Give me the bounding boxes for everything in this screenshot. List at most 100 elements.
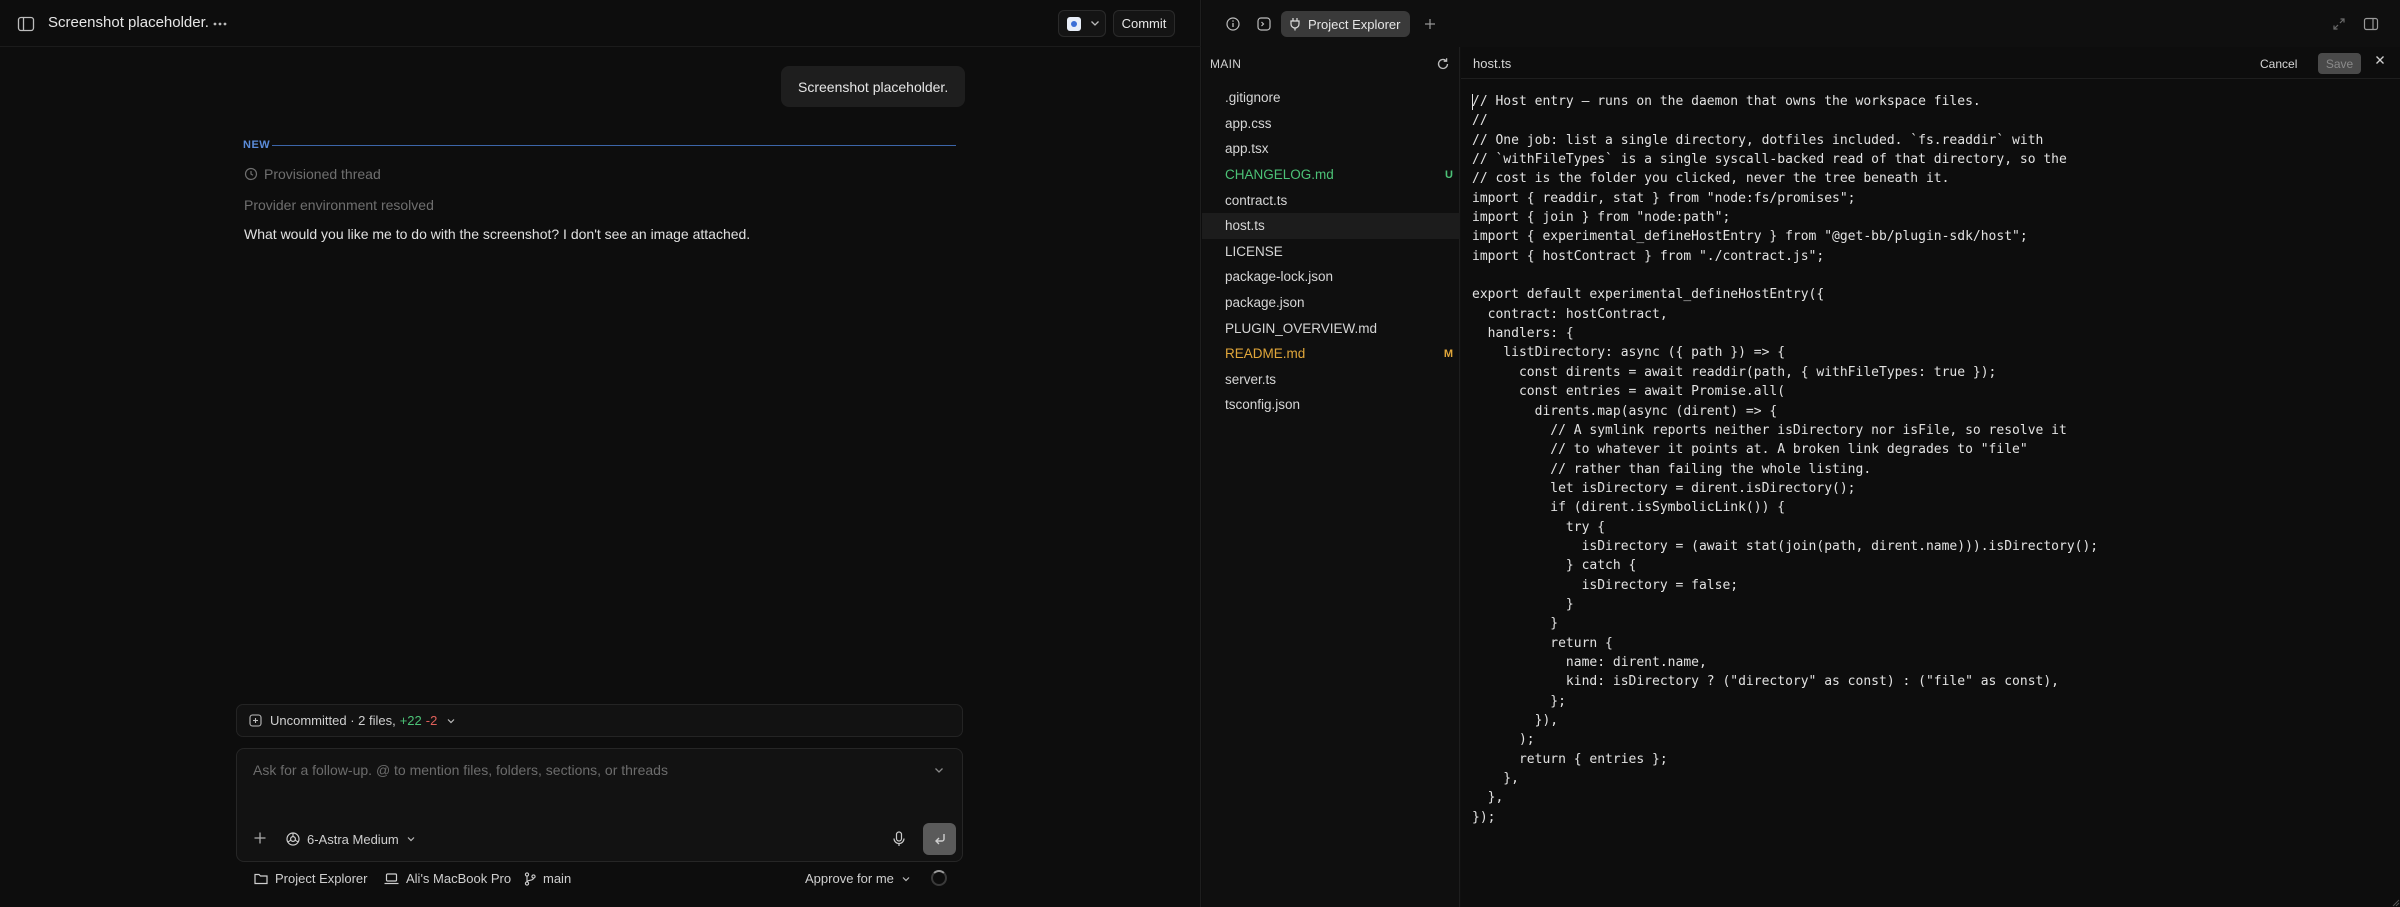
code-line: handlers: { bbox=[1472, 326, 1574, 342]
message-composer: 6-Astra Medium bbox=[236, 748, 963, 862]
machine-selector[interactable]: Ali's MacBook Pro bbox=[384, 871, 511, 886]
provider-selector-button[interactable] bbox=[1058, 10, 1106, 37]
chevron-down-icon bbox=[900, 873, 912, 885]
code-line: // `withFileTypes` is a single syscall-b… bbox=[1472, 152, 2067, 168]
code-line: export default experimental_defineHostEn… bbox=[1472, 287, 1825, 303]
chat-panel: Screenshot placeholder. Commit Screensho… bbox=[0, 0, 1201, 907]
code-line: import { experimental_defineHostEntry } … bbox=[1472, 229, 2028, 245]
status-provisioned: Provisioned thread bbox=[244, 166, 381, 182]
code-line: // rather than failing the whole listing… bbox=[1472, 461, 1872, 477]
code-line: }); bbox=[1472, 809, 1496, 825]
file-item[interactable]: package.json bbox=[1202, 290, 1460, 316]
code-line: // A symlink reports neither isDirectory… bbox=[1472, 422, 2067, 438]
file-item[interactable]: tsconfig.json bbox=[1202, 392, 1460, 418]
git-status-badge: U bbox=[1445, 168, 1453, 181]
code-line: import { hostContract } from "./contract… bbox=[1472, 248, 1825, 264]
code-line: }), bbox=[1472, 713, 1559, 728]
file-name: CHANGELOG.md bbox=[1225, 167, 1334, 183]
cancel-button[interactable]: Cancel bbox=[2254, 53, 2303, 74]
file-item[interactable]: app.tsx bbox=[1202, 136, 1460, 162]
sidebar-toggle-icon[interactable] bbox=[15, 13, 37, 35]
changes-icon bbox=[249, 714, 262, 727]
file-name: server.ts bbox=[1225, 371, 1277, 387]
code-line: import { readdir, stat } from "node:fs/p… bbox=[1472, 190, 1856, 206]
status-provisioned-text: Provisioned thread bbox=[264, 166, 381, 182]
tab-label: Project Explorer bbox=[1308, 16, 1401, 32]
commit-button[interactable]: Commit bbox=[1113, 10, 1175, 37]
terminal-icon[interactable] bbox=[1253, 13, 1275, 35]
file-item[interactable]: server.ts bbox=[1202, 367, 1460, 393]
file-name: app.css bbox=[1225, 115, 1272, 131]
expand-composer-icon[interactable] bbox=[932, 763, 946, 777]
file-item[interactable]: PLUGIN_OVERVIEW.md bbox=[1202, 315, 1460, 341]
new-label: NEW bbox=[243, 139, 271, 151]
code-line: let isDirectory = dirent.isDirectory(); bbox=[1472, 480, 1856, 496]
uncommitted-changes-bar[interactable]: Uncommitted · 2 files, +22 -2 bbox=[236, 704, 963, 737]
machine-name: Ali's MacBook Pro bbox=[406, 871, 512, 886]
code-line: const entries = await Promise.all( bbox=[1472, 384, 1786, 400]
code-line: // to whatever it points at. A broken li… bbox=[1472, 442, 2028, 458]
code-line: } bbox=[1472, 616, 1559, 632]
expand-icon[interactable] bbox=[2328, 13, 2350, 35]
code-line: const dirents = await readdir(path, { wi… bbox=[1472, 364, 1997, 380]
send-button[interactable] bbox=[923, 823, 956, 855]
folder-icon bbox=[254, 872, 268, 885]
code-line: listDirectory: async ({ path }) => { bbox=[1472, 345, 1786, 361]
file-name: package.json bbox=[1225, 295, 1305, 311]
file-name: .gitignore bbox=[1225, 90, 1281, 106]
code-line: }, bbox=[1472, 771, 1519, 787]
code-line: // bbox=[1472, 113, 1488, 129]
editor-file-name: host.ts bbox=[1473, 56, 1512, 71]
model-name: 6-Astra Medium bbox=[307, 831, 399, 847]
file-item[interactable]: LICENSE bbox=[1202, 239, 1460, 265]
approval-mode-selector[interactable]: Approve for me bbox=[805, 871, 912, 886]
project-selector[interactable]: Project Explorer bbox=[254, 871, 367, 886]
code-line: kind: isDirectory ? ("directory" as cons… bbox=[1472, 674, 2059, 690]
new-messages-divider: NEW bbox=[243, 137, 956, 153]
file-item[interactable]: host.ts bbox=[1202, 212, 1460, 239]
laptop-icon bbox=[384, 872, 399, 885]
code-line: dirents.map(async (dirent) => { bbox=[1472, 403, 1778, 419]
send-arrow-icon bbox=[932, 831, 948, 847]
branch-selector[interactable]: main bbox=[524, 871, 571, 886]
follow-up-input[interactable] bbox=[253, 762, 893, 786]
status-provider: Provider environment resolved bbox=[244, 197, 434, 213]
add-tab-icon[interactable] bbox=[1419, 13, 1441, 35]
info-icon[interactable] bbox=[1222, 13, 1244, 35]
code-line: try { bbox=[1472, 519, 1606, 535]
file-item[interactable]: app.css bbox=[1202, 111, 1460, 137]
code-line: } catch { bbox=[1472, 558, 1637, 574]
add-attachment-icon[interactable] bbox=[253, 831, 267, 845]
code-line: // Host entry — runs on the daemon that … bbox=[1472, 94, 1981, 109]
more-options-icon[interactable] bbox=[210, 13, 230, 35]
project-name: Project Explorer bbox=[275, 871, 368, 886]
file-explorer: MAIN .gitignore app.css app.tsx CHANGELOG.m… bbox=[1202, 47, 1460, 907]
refresh-icon[interactable] bbox=[1436, 57, 1450, 71]
right-panel-header: Project Explorer bbox=[1202, 0, 2400, 47]
file-name: app.tsx bbox=[1225, 141, 1269, 157]
git-branch-icon bbox=[524, 871, 536, 886]
tab-project-explorer[interactable]: Project Explorer bbox=[1281, 11, 1411, 37]
file-item[interactable]: .gitignore bbox=[1202, 85, 1460, 111]
code-line: import { join } from "node:path"; bbox=[1472, 210, 1731, 226]
close-icon[interactable] bbox=[2374, 54, 2386, 66]
microphone-icon[interactable] bbox=[892, 831, 906, 847]
resize-grip-icon[interactable] bbox=[2390, 897, 2400, 907]
editor-header: host.ts Cancel Save bbox=[1461, 47, 2400, 79]
file-name: contract.ts bbox=[1225, 192, 1288, 208]
save-button[interactable]: Save bbox=[2318, 53, 2361, 74]
code-line: contract: hostContract, bbox=[1472, 306, 1668, 322]
model-selector[interactable]: 6-Astra Medium bbox=[285, 827, 417, 851]
file-item[interactable]: README.md M bbox=[1202, 341, 1460, 367]
divider-line bbox=[272, 145, 956, 146]
code-line: if (dirent.isSymbolicLink()) { bbox=[1472, 500, 1786, 516]
code-line: return { bbox=[1472, 635, 1613, 651]
code-content[interactable]: // Host entry — runs on the daemon that … bbox=[1472, 92, 2392, 827]
file-item[interactable]: package-lock.json bbox=[1202, 264, 1460, 290]
code-line: return { entries }; bbox=[1472, 751, 1668, 767]
file-item[interactable]: CHANGELOG.md U bbox=[1202, 162, 1460, 188]
explorer-title: MAIN bbox=[1210, 57, 1242, 71]
panel-right-icon[interactable] bbox=[2360, 13, 2382, 35]
file-item[interactable]: contract.ts bbox=[1202, 187, 1460, 213]
git-status-badge: M bbox=[1443, 347, 1453, 360]
